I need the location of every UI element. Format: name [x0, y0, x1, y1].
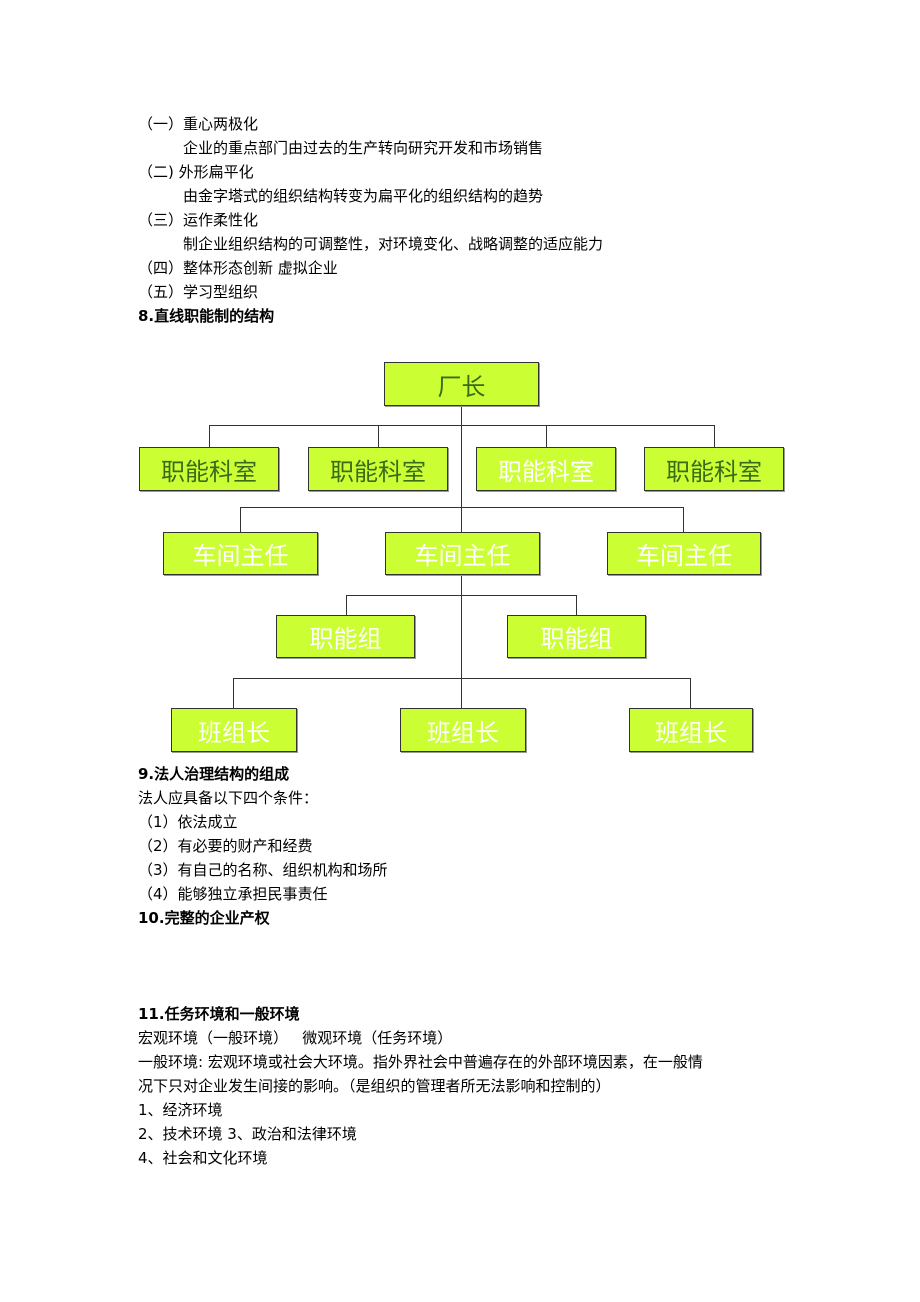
org-box-workshop-director: 车间主任: [163, 532, 318, 575]
org-box-team-leader: 班组长: [629, 708, 753, 752]
org-box-functional-dept: 职能科室: [644, 447, 784, 491]
org-box-team-leader: 班组长: [400, 708, 526, 752]
org-box-workshop-director: 车间主任: [385, 532, 540, 575]
section-10-title: 10.完整的企业产权: [138, 909, 270, 927]
connector: [690, 678, 691, 708]
connector: [233, 678, 234, 708]
condition-4: （4）能够独立承担民事责任: [138, 885, 328, 903]
condition-1: （1）依法成立: [138, 813, 238, 831]
section-9-intro: 法人应具备以下四个条件：: [138, 789, 319, 807]
connector: [378, 425, 379, 447]
org-box-functional-dept: 职能科室: [476, 447, 616, 491]
connector: [714, 425, 715, 447]
org-box-workshop-director: 车间主任: [607, 532, 761, 575]
connector: [209, 425, 210, 447]
connector: [546, 425, 547, 447]
env-item-1: 1、经济环境: [138, 1101, 223, 1119]
section-11-title: 11.任务环境和一般环境: [138, 1005, 300, 1023]
connector: [576, 595, 577, 615]
org-box-functional-dept: 职能科室: [308, 447, 448, 491]
connector: [233, 678, 691, 679]
connector: [240, 507, 241, 532]
env-item-3: 4、社会和文化环境: [138, 1149, 268, 1167]
section-9-title: 9.法人治理结构的组成: [138, 765, 290, 783]
section-11-line-3: 况下只对企业发生间接的影响。（是组织的管理者所无法影响和控制的）: [138, 1077, 611, 1095]
org-box-functional-group: 职能组: [276, 615, 415, 658]
org-box-factory-director: 厂长: [384, 362, 539, 406]
connector: [240, 507, 684, 508]
org-box-functional-group: 职能组: [507, 615, 646, 658]
connector: [346, 595, 577, 596]
env-item-2: 2、技术环境 3、政治和法律环境: [138, 1125, 357, 1143]
condition-2: （2）有必要的财产和经费: [138, 837, 313, 855]
section-11-line-1: 宏观环境（一般环境） 微观环境（任务环境）: [138, 1029, 453, 1047]
connector: [346, 595, 347, 615]
org-box-functional-dept: 职能科室: [139, 447, 279, 491]
org-box-team-leader: 班组长: [171, 708, 297, 752]
condition-3: （3）有自己的名称、组织机构和场所: [138, 861, 388, 879]
connector: [209, 425, 715, 426]
section-11-line-2: 一般环境: 宏观环境或社会大环境。指外界社会中普遍存在的外部环境因素，在一般情: [138, 1053, 703, 1071]
connector: [683, 507, 684, 532]
